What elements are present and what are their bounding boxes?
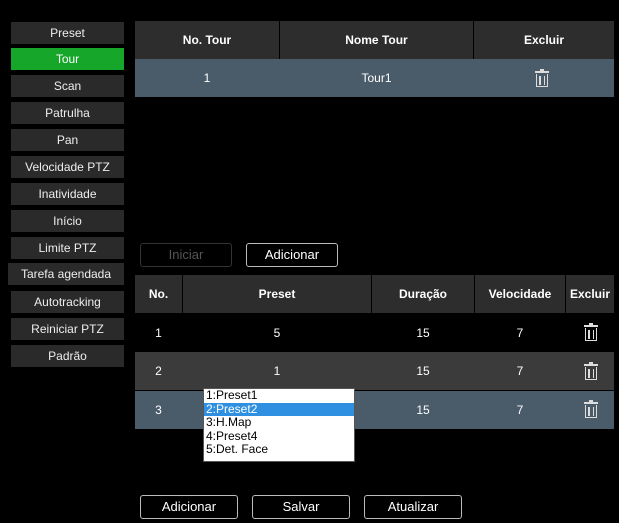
column-header-no: No. [148,287,169,301]
sidebar-item-limite-ptz[interactable]: Limite PTZ [11,237,124,259]
tour-name: Tour1 [361,71,392,85]
tour-table-header: No. Tour Nome Tour Excluir [135,21,614,59]
save-button[interactable]: Salvar [252,495,350,519]
sidebar-item-reiniciar-ptz[interactable]: Reiniciar PTZ [11,318,124,340]
trash-icon[interactable] [584,400,598,418]
sidebar-item-padrao[interactable]: Padrão [11,345,124,367]
column-header-excluir: Excluir [569,287,611,301]
speed-value[interactable]: 7 [475,391,565,429]
duration-value[interactable]: 15 [372,314,474,352]
tour-number: 1 [203,71,211,85]
preset-option[interactable]: 4:Preset4 [204,429,354,444]
sidebar-item-scan[interactable]: Scan [11,75,124,97]
speed-value[interactable]: 7 [475,352,565,390]
sidebar-item-tarefa-agendada[interactable]: Tarefa agendada [8,263,124,285]
add-preset-button[interactable]: Adicionar [140,495,238,519]
preset-row-number: 2 [155,364,162,378]
sidebar-item-inatividade[interactable]: Inatividade [11,183,124,205]
column-header-velocidade: Velocidade [488,287,552,301]
preset-value[interactable]: 5 [183,314,371,352]
preset-row-number: 3 [155,403,162,417]
preset-value[interactable]: 1 [183,352,371,390]
start-tour-button[interactable]: Iniciar [140,243,232,267]
trash-icon[interactable] [535,69,549,87]
preset-option[interactable]: 5:Det. Face [204,443,354,457]
speed-value[interactable]: 7 [475,314,565,352]
sidebar-item-velocidade-ptz[interactable]: Velocidade PTZ [11,156,124,178]
preset-option-selected[interactable]: 2:Preset2 [204,402,354,417]
column-header-no-tour: No. Tour [182,33,232,47]
duration-value[interactable]: 15 [372,391,474,429]
trash-icon[interactable] [584,323,598,341]
sidebar-item-inicio[interactable]: Início [11,210,124,232]
refresh-button[interactable]: Atualizar [364,495,462,519]
tour-table-row[interactable]: 1 Tour1 [135,59,614,97]
sidebar-item-pan[interactable]: Pan [11,129,124,151]
preset-row-number: 1 [155,326,162,340]
preset-option[interactable]: 3:H.Map [204,416,354,430]
preset-table-row[interactable]: 2 1 15 7 [135,352,614,390]
sidebar-item-autotracking[interactable]: Autotracking [11,291,124,313]
sidebar-item-preset[interactable]: Preset [11,22,124,44]
preset-table-row[interactable]: 1 5 15 7 [135,314,614,352]
preset-option[interactable]: 1:Preset1 [204,388,354,403]
column-header-duracao: Duração [398,287,448,301]
column-header-excluir: Excluir [523,33,565,47]
add-tour-button[interactable]: Adicionar [246,243,338,267]
sidebar-item-patrulha[interactable]: Patrulha [11,102,124,124]
preset-table-header: No. Preset Duração Velocidade Excluir [135,275,614,313]
trash-icon[interactable] [584,362,598,380]
sidebar-item-tour[interactable]: Tour [11,48,124,70]
preset-dropdown-list[interactable]: 1:Preset1 2:Preset2 3:H.Map 4:Preset4 5:… [203,388,355,462]
column-header-nome-tour: Nome Tour [345,33,408,47]
duration-value[interactable]: 15 [372,352,474,390]
column-header-preset: Preset [258,287,296,301]
